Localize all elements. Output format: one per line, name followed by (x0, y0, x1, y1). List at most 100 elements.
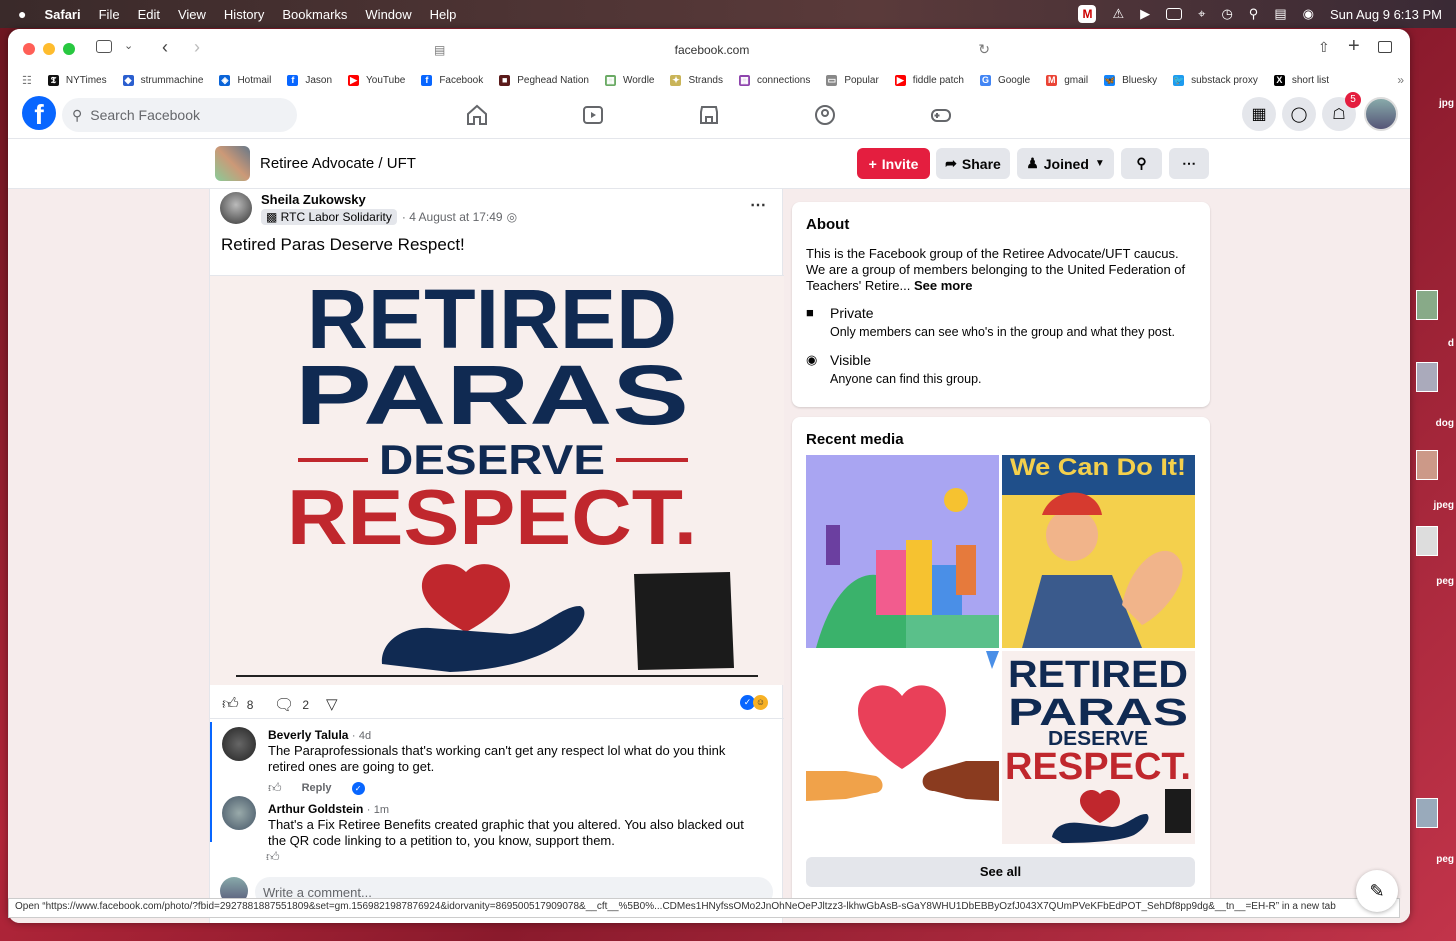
media-thumbnail-community[interactable] (806, 455, 999, 648)
post-author-avatar[interactable] (220, 192, 252, 224)
desktop-file-thumbnail[interactable] (1416, 450, 1438, 480)
menu-grid-button[interactable]: ▦ (1242, 97, 1276, 131)
minimize-window-button[interactable] (43, 43, 55, 55)
like-action[interactable]: 👍︎ 8 (222, 695, 253, 714)
reload-icon[interactable]: ↻ (978, 41, 990, 58)
comment-reaction-icon[interactable]: ✓ (351, 781, 365, 795)
gaming-icon[interactable] (929, 103, 953, 127)
comment-action[interactable]: 🗨︎ 2 (274, 695, 309, 715)
comment-time[interactable]: 1m (374, 804, 389, 816)
comment-time[interactable]: 4d (359, 730, 371, 742)
group-thumbnail[interactable] (215, 146, 250, 181)
bookmark-bluesky[interactable]: 🦋 Bluesky (1104, 74, 1157, 86)
commenter-avatar[interactable] (222, 727, 256, 761)
address-url[interactable]: facebook.com (675, 43, 750, 57)
clock-icon[interactable]: ◷ (1221, 6, 1232, 22)
facebook-logo[interactable]: f (22, 96, 56, 130)
comment-reply-button[interactable]: Reply (302, 782, 332, 794)
bookmark-gmail[interactable]: Mgmail (1046, 74, 1088, 86)
bookmarks-overflow-icon[interactable]: » (1397, 73, 1404, 87)
bookmark-wordle[interactable]: ▦ Wordle (604, 74, 654, 86)
bookmark-connections[interactable]: ▦ connections (738, 74, 810, 86)
menu-app-name[interactable]: Safari (44, 7, 80, 22)
menu-edit[interactable]: Edit (138, 7, 160, 22)
group-name[interactable]: Retiree Advocate / UFT (260, 155, 416, 172)
menu-window[interactable]: Window (365, 7, 411, 22)
chevron-down-icon[interactable]: ⌄ (124, 39, 133, 52)
address-bar[interactable]: ▤ facebook.com ↻ (426, 38, 998, 62)
media-thumbnail-heart-hands[interactable] (806, 651, 999, 844)
post-author-name[interactable]: Sheila Zukowsky (261, 192, 366, 207)
siri-icon[interactable]: ◉ (1303, 6, 1314, 22)
bookmark-strands[interactable]: ✦ Strands (670, 74, 723, 86)
share-icon[interactable]: ⇧ (1318, 39, 1330, 56)
media-thumbnail-rosie[interactable]: We Can Do It! (1002, 455, 1195, 648)
search-icon[interactable]: ⚲ (1249, 6, 1259, 22)
media-thumbnail-retired-paras[interactable]: RETIRED PARAS DESERVE RESPECT. (1002, 651, 1195, 844)
status-app-icon[interactable]: M (1078, 5, 1097, 23)
see-more-link[interactable]: See more (914, 278, 973, 293)
bookmark-popular[interactable]: ▭ Popular (826, 74, 879, 86)
control-center-icon[interactable]: ▤ (1274, 6, 1286, 22)
new-message-button[interactable]: ✎ (1356, 870, 1398, 912)
bookmark-nytimes[interactable]: 𝕿 NYTimes (47, 74, 107, 86)
invite-button[interactable]: + Invite (857, 148, 930, 179)
wifi-icon[interactable]: ⌖ (1198, 6, 1205, 22)
joined-button[interactable]: ♟ Joined ▼ (1017, 148, 1114, 179)
group-more-button[interactable]: ⋯ (1169, 148, 1209, 179)
bookmark-facebook[interactable]: f Facebook (421, 74, 483, 86)
apps-grid-icon[interactable]: ☷ (22, 74, 32, 87)
zoom-window-button[interactable] (63, 43, 75, 55)
post-time[interactable]: 4 August at 17:49 (409, 210, 502, 224)
battery-icon[interactable] (1166, 8, 1183, 20)
forward-button[interactable]: › (194, 37, 200, 58)
comment-like-icon[interactable]: 👍︎ (266, 849, 280, 865)
tab-overview-icon[interactable] (1378, 41, 1392, 53)
video-icon[interactable] (581, 103, 605, 127)
home-icon[interactable] (465, 103, 489, 127)
post-image[interactable]: RETIRED PARAS DESERVE RESPECT. (210, 272, 784, 685)
bookmark-fiddle-patch[interactable]: ▶ fiddle patch (894, 74, 964, 86)
new-tab-button[interactable]: + (1348, 35, 1360, 58)
back-button[interactable]: ‹ (162, 37, 168, 58)
play-icon[interactable]: ▶ (1140, 6, 1150, 22)
comment-like-icon[interactable]: 👍︎ (268, 780, 282, 796)
groups-icon[interactable] (813, 103, 837, 127)
menubar-datetime[interactable]: Sun Aug 9 6:13 PM (1330, 7, 1442, 22)
bookmark-google[interactable]: G Google (979, 74, 1030, 86)
reaction-summary[interactable]: ✓ ☺ (740, 695, 768, 710)
menu-bookmarks[interactable]: Bookmarks (282, 7, 347, 22)
desktop-file-thumbnail[interactable] (1416, 526, 1438, 556)
see-all-button[interactable]: See all (806, 857, 1195, 887)
comment-author[interactable]: Beverly Talula · 4d (268, 728, 371, 742)
search-input[interactable]: ⚲ Search Facebook (62, 98, 297, 132)
bookmark-youtube[interactable]: ▶ YouTube (348, 74, 405, 86)
bookmark-peghead-nation[interactable]: ■ Peghead Nation (499, 74, 589, 86)
account-avatar[interactable] (1364, 97, 1398, 131)
marketplace-icon[interactable] (697, 103, 721, 127)
menu-history[interactable]: History (224, 7, 264, 22)
messenger-button[interactable]: ◯ (1282, 97, 1316, 131)
desktop-file-thumbnail[interactable] (1416, 798, 1438, 828)
bookmark-short-list[interactable]: Xshort list (1273, 74, 1329, 86)
source-group-chip[interactable]: ▩ RTC Labor Solidarity (261, 209, 397, 225)
bookmark-strummachine[interactable]: ◆ strummachine (122, 74, 203, 86)
share-action[interactable]: ▽ (326, 695, 338, 713)
comment-author-name[interactable]: Beverly Talula (268, 728, 348, 742)
menu-help[interactable]: Help (430, 7, 457, 22)
apple-menu-icon[interactable]: ● (18, 6, 26, 22)
comment-author-name[interactable]: Arthur Goldstein (268, 802, 363, 816)
menu-file[interactable]: File (99, 7, 120, 22)
bookmark-jason[interactable]: f Jason (287, 74, 332, 86)
group-search-button[interactable]: ⚲ (1121, 148, 1162, 179)
bookmark-hotmail[interactable]: ◈ Hotmail (219, 74, 271, 86)
desktop-file-thumbnail[interactable] (1416, 290, 1438, 320)
menu-view[interactable]: View (178, 7, 206, 22)
page-settings-icon[interactable]: ▤ (434, 43, 445, 57)
sidebar-toggle-icon[interactable] (96, 40, 112, 53)
bookmark-substack-proxy[interactable]: 🐦 substack proxy (1173, 74, 1258, 86)
comment-author[interactable]: Arthur Goldstein · 1m (268, 802, 389, 816)
share-button[interactable]: ➦ Share (936, 148, 1010, 179)
desktop-file-thumbnail[interactable] (1416, 362, 1438, 392)
post-options-button[interactable]: ⋯ (750, 195, 766, 215)
